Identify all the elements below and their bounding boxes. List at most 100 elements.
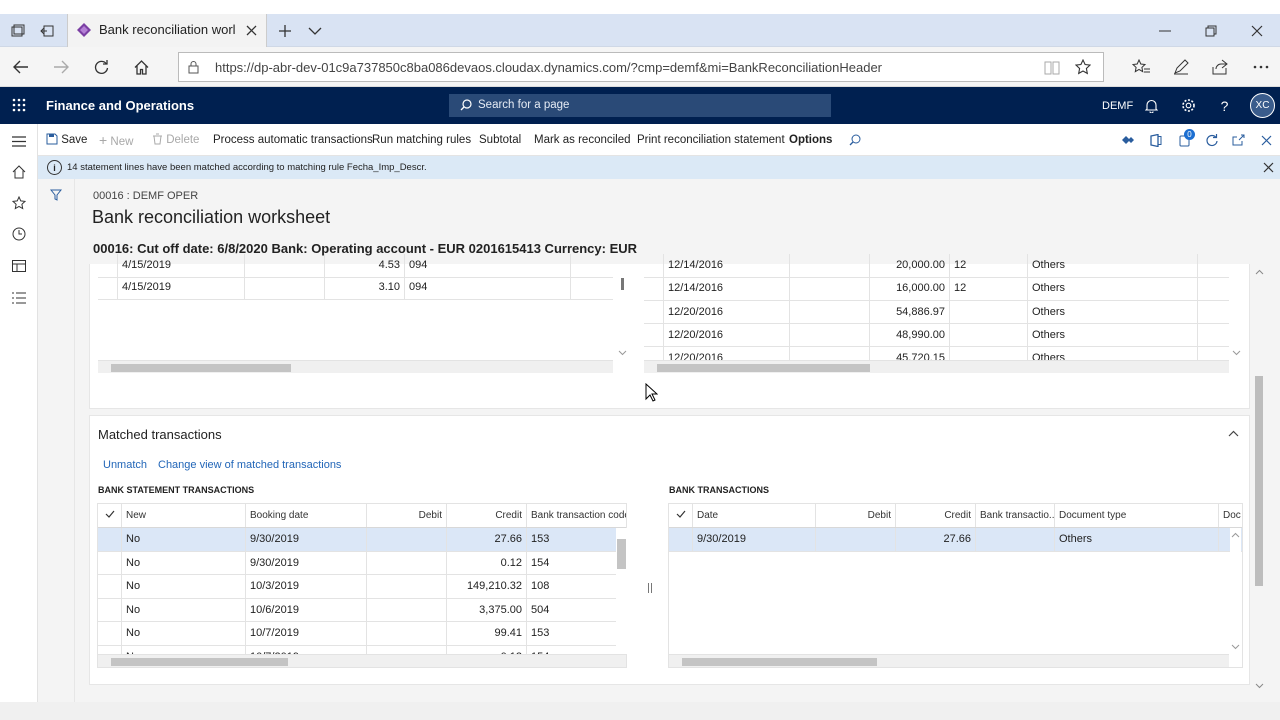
- process-automatic-transactions-button[interactable]: Process automatic transactions: [213, 124, 373, 156]
- nav-favorites-icon[interactable]: [11, 195, 27, 211]
- col-date[interactable]: Date: [693, 504, 816, 527]
- row-select-cell[interactable]: [98, 276, 118, 299]
- table-row[interactable]: 12/20/2016 48,990.00 Others: [644, 323, 1229, 348]
- open-new-window-icon[interactable]: [1231, 133, 1245, 147]
- nav-workspaces-icon[interactable]: [11, 258, 27, 274]
- row-select-cell[interactable]: [644, 300, 664, 324]
- table-row[interactable]: No 9/30/2019 27.66 153: [98, 528, 626, 552]
- table-row[interactable]: No 10/7/2019 99.41 153: [98, 622, 626, 646]
- action-search-icon[interactable]: [848, 133, 862, 147]
- options-tab[interactable]: Options: [789, 124, 832, 156]
- refresh-page-icon[interactable]: [1204, 133, 1218, 147]
- row-select-cell[interactable]: [98, 575, 122, 598]
- favorite-star-icon[interactable]: [1074, 58, 1092, 76]
- row-select-cell[interactable]: [98, 551, 122, 575]
- tab-actions-icon[interactable]: [8, 21, 28, 41]
- url-text[interactable]: https://dp-abr-dev-01c9a737850c8ba086dev…: [215, 60, 882, 75]
- pane-splitter[interactable]: [648, 583, 652, 593]
- table-row[interactable]: 9/30/2019 27.66 Others: [669, 528, 1242, 552]
- minimize-icon[interactable]: [1155, 21, 1175, 41]
- col-doc[interactable]: Doc: [1219, 504, 1242, 527]
- set-aside-tabs-icon[interactable]: [37, 21, 57, 41]
- upper-left-hscroll[interactable]: [98, 360, 613, 373]
- url-bar[interactable]: https://dp-abr-dev-01c9a737850c8ba086dev…: [178, 52, 1104, 82]
- tab-list-chevron-icon[interactable]: [305, 21, 325, 41]
- dismiss-message-icon[interactable]: [1261, 160, 1275, 174]
- restore-icon[interactable]: [1201, 21, 1221, 41]
- close-form-icon[interactable]: [1259, 133, 1273, 147]
- nav-home-icon[interactable]: [11, 164, 27, 180]
- browser-tab[interactable]: Bank reconciliation worl: [67, 14, 267, 47]
- collapse-chevron-icon[interactable]: [1226, 427, 1240, 439]
- close-tab-icon[interactable]: [243, 22, 259, 38]
- office-icon[interactable]: [1149, 133, 1163, 147]
- row-select-cell[interactable]: [98, 598, 122, 622]
- mark-as-reconciled-button[interactable]: Mark as reconciled: [534, 124, 631, 156]
- expand-navigation-icon[interactable]: [11, 134, 27, 148]
- table-row[interactable]: No 10/3/2019 149,210.32 108: [98, 575, 626, 599]
- share-icon[interactable]: [1210, 57, 1230, 77]
- table-row[interactable]: 12/14/2016 16,000.00 12 Others: [644, 277, 1229, 301]
- col-booking-date[interactable]: Booking date: [246, 504, 367, 527]
- upper-left-vscroll[interactable]: [617, 266, 628, 361]
- row-select-cell[interactable]: [98, 528, 122, 551]
- print-reconciliation-statement-button[interactable]: Print reconciliation statement: [637, 124, 785, 156]
- app-launcher-icon[interactable]: [10, 96, 28, 114]
- row-select-cell[interactable]: [644, 323, 664, 347]
- col-bank-credit[interactable]: Credit: [896, 504, 976, 527]
- notifications-bell-icon[interactable]: [1143, 97, 1160, 114]
- bank-vscroll[interactable]: [1230, 528, 1241, 654]
- subtotal-button[interactable]: Subtotal: [479, 124, 521, 156]
- refresh-icon[interactable]: [91, 57, 111, 77]
- col-document-type[interactable]: Document type: [1055, 504, 1219, 527]
- home-icon[interactable]: [131, 57, 151, 77]
- upper-right-hscroll[interactable]: [644, 360, 1229, 373]
- reading-view-icon[interactable]: [1043, 59, 1061, 77]
- bank-select-all-checkbox[interactable]: [669, 504, 693, 527]
- col-debit[interactable]: Debit: [367, 504, 447, 527]
- pen-notes-icon[interactable]: [1171, 57, 1191, 77]
- company-picker[interactable]: DEMF: [1102, 100, 1133, 112]
- nav-recent-icon[interactable]: [11, 226, 27, 242]
- row-select-cell[interactable]: [669, 528, 693, 551]
- favorites-hub-icon[interactable]: [1131, 57, 1151, 77]
- save-button[interactable]: Save: [46, 124, 87, 156]
- change-view-button[interactable]: Change view of matched transactions: [158, 459, 341, 471]
- table-row[interactable]: 4/15/2019 4.53 094: [98, 254, 613, 278]
- filter-icon[interactable]: [49, 188, 63, 202]
- table-row[interactable]: No 10/6/2019 3,375.00 504: [98, 598, 626, 623]
- attachments-icon[interactable]: 0: [1177, 129, 1195, 148]
- table-row[interactable]: 12/20/2016 54,886.97 Others: [644, 300, 1229, 325]
- table-row[interactable]: 4/15/2019 3.10 094: [98, 276, 613, 300]
- col-bank-transaction-type[interactable]: Bank transactio...: [976, 504, 1055, 527]
- matched-transactions-title[interactable]: Matched transactions: [98, 427, 222, 442]
- bank-hscroll[interactable]: [669, 654, 1229, 667]
- row-select-cell[interactable]: [98, 254, 118, 277]
- nav-modules-icon[interactable]: [11, 290, 27, 306]
- statement-vscroll[interactable]: [616, 528, 627, 654]
- unmatch-button[interactable]: Unmatch: [103, 459, 147, 471]
- run-matching-rules-button[interactable]: Run matching rules: [372, 124, 471, 156]
- col-new[interactable]: New: [122, 504, 246, 527]
- forward-icon[interactable]: [51, 57, 71, 77]
- row-select-cell[interactable]: [98, 622, 122, 645]
- back-icon[interactable]: [11, 57, 31, 77]
- help-icon[interactable]: ?: [1216, 97, 1233, 114]
- upper-right-vscroll[interactable]: [1231, 266, 1242, 361]
- user-avatar[interactable]: XC: [1250, 93, 1275, 118]
- power-apps-icon[interactable]: [1120, 133, 1136, 147]
- delete-button[interactable]: Delete: [152, 124, 199, 156]
- col-credit[interactable]: Credit: [447, 504, 527, 527]
- close-window-icon[interactable]: [1247, 21, 1267, 41]
- app-title[interactable]: Finance and Operations: [46, 98, 194, 113]
- page-vscroll[interactable]: [1253, 264, 1265, 694]
- select-all-checkbox[interactable]: [98, 504, 122, 527]
- table-row[interactable]: No 9/30/2019 0.12 154: [98, 551, 626, 576]
- row-select-cell[interactable]: [644, 254, 664, 277]
- settings-gear-icon[interactable]: [1180, 97, 1197, 114]
- page-search-box[interactable]: Search for a page: [449, 94, 831, 117]
- statement-hscroll[interactable]: [98, 654, 626, 667]
- new-button[interactable]: + New: [99, 124, 133, 156]
- row-select-cell[interactable]: [644, 277, 664, 300]
- table-row[interactable]: 12/14/2016 20,000.00 12 Others: [644, 254, 1229, 278]
